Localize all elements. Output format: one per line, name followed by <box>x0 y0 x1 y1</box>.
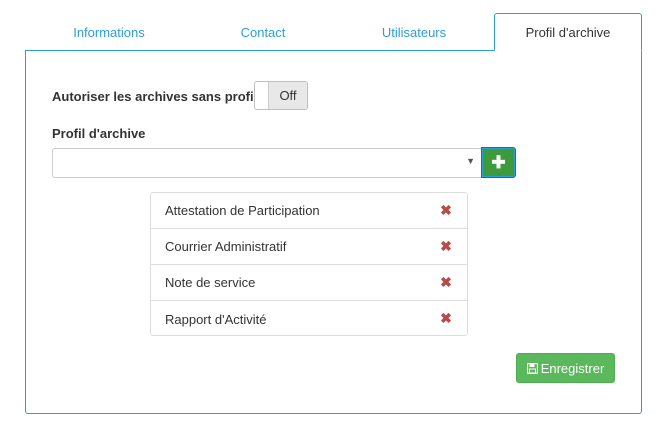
tab-bar: Informations Contact Utilisateurs Profil… <box>25 13 642 51</box>
tab-utilisateurs[interactable]: Utilisateurs <box>333 14 495 51</box>
tab-informations[interactable]: Informations <box>25 14 193 51</box>
tab-panel <box>25 50 642 414</box>
tab-contact[interactable]: Contact <box>193 14 333 51</box>
tab-profil-archive[interactable]: Profil d'archive <box>494 13 642 51</box>
